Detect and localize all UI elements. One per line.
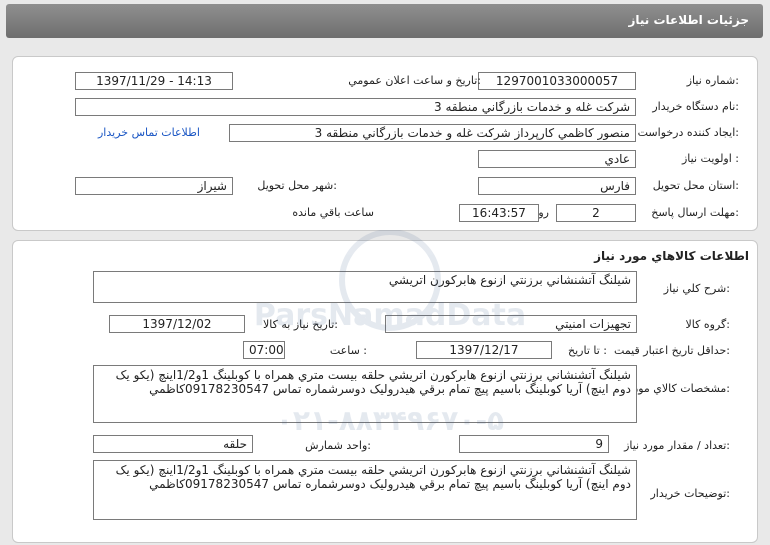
- need-number-field[interactable]: 1297001033000057: [478, 72, 636, 90]
- deadline-days-field[interactable]: 2: [556, 204, 636, 222]
- buyer-contact-link[interactable]: اطلاعات تماس خريدار: [98, 126, 200, 139]
- goods-group-label: گروه کالا:: [685, 318, 730, 331]
- announce-date-label: تاريخ و ساعت اعلان عمومي:: [348, 74, 481, 87]
- need-info-panel: شماره نياز: 1297001033000057 تاريخ و ساع…: [12, 56, 758, 231]
- priority-label: اولويت نياز :: [681, 152, 739, 165]
- need-number-label: شماره نياز:: [686, 74, 739, 87]
- buyer-org-label: نام دستگاه خريدار:: [652, 100, 739, 113]
- province-field[interactable]: فارس: [478, 177, 636, 195]
- spec-field[interactable]: شيلنگ آتشنشاني برزنتي ازنوع هابرکورن اتر…: [93, 365, 637, 423]
- city-label: شهر محل تحويل:: [257, 179, 337, 192]
- deadline-time-field[interactable]: 16:43:57: [459, 204, 539, 222]
- until-date-field[interactable]: 1397/12/17: [416, 341, 552, 359]
- hour-label: ساعت :: [329, 344, 367, 357]
- buyer-notes-label: توضيحات خريدار:: [650, 487, 731, 500]
- province-label: استان محل تحويل:: [652, 179, 739, 192]
- qty-field[interactable]: 9: [459, 435, 609, 453]
- price-validity-label: حداقل تاريخ اعتبار قيمت:: [614, 344, 730, 357]
- creator-field[interactable]: منصور کاظمي کارپرداز شرکت غله و خدمات با…: [229, 124, 636, 142]
- need-date-label: تاريخ نياز به کالا:: [263, 318, 338, 331]
- page-title: جزئيات اطلاعات نياز: [628, 13, 749, 27]
- priority-field[interactable]: عادي: [478, 150, 636, 168]
- goods-panel: اطلاعات کالاهاي مورد نياز شرح کلي نياز: …: [12, 240, 758, 543]
- buyer-org-field[interactable]: شرکت غله و خدمات بازرگاني منطقه 3: [75, 98, 636, 116]
- general-desc-field[interactable]: شيلنگ آتشنشاني برزنتي ازنوع هابرکورن اتر…: [93, 271, 637, 303]
- goods-group-field[interactable]: تجهيزات امنيتي: [385, 315, 637, 333]
- buyer-notes-field[interactable]: شيلنگ آتشنشاني برزنتي ازنوع هابرکورن اتر…: [93, 460, 637, 520]
- city-field[interactable]: شيراز: [75, 177, 233, 195]
- need-date-field[interactable]: 1397/12/02: [109, 315, 245, 333]
- until-date-label: تا تاريخ :: [568, 344, 607, 357]
- hour-field[interactable]: 07:00: [243, 341, 285, 359]
- deadline-label: مهلت ارسال پاسخ:: [651, 206, 739, 219]
- unit-label: واحد شمارش:: [305, 439, 371, 452]
- qty-label: تعداد / مقدار مورد نياز:: [624, 439, 730, 452]
- general-desc-label: شرح کلي نياز:: [663, 282, 730, 295]
- unit-field[interactable]: حلقه: [93, 435, 253, 453]
- goods-section-title: اطلاعات کالاهاي مورد نياز: [594, 249, 749, 263]
- title-bar: جزئيات اطلاعات نياز: [6, 4, 763, 38]
- remaining-word: ساعت باقي مانده: [292, 206, 374, 219]
- creator-label: ايجاد کننده درخواست:: [637, 126, 739, 139]
- announce-date-field[interactable]: 1397/11/29 - 14:13: [75, 72, 233, 90]
